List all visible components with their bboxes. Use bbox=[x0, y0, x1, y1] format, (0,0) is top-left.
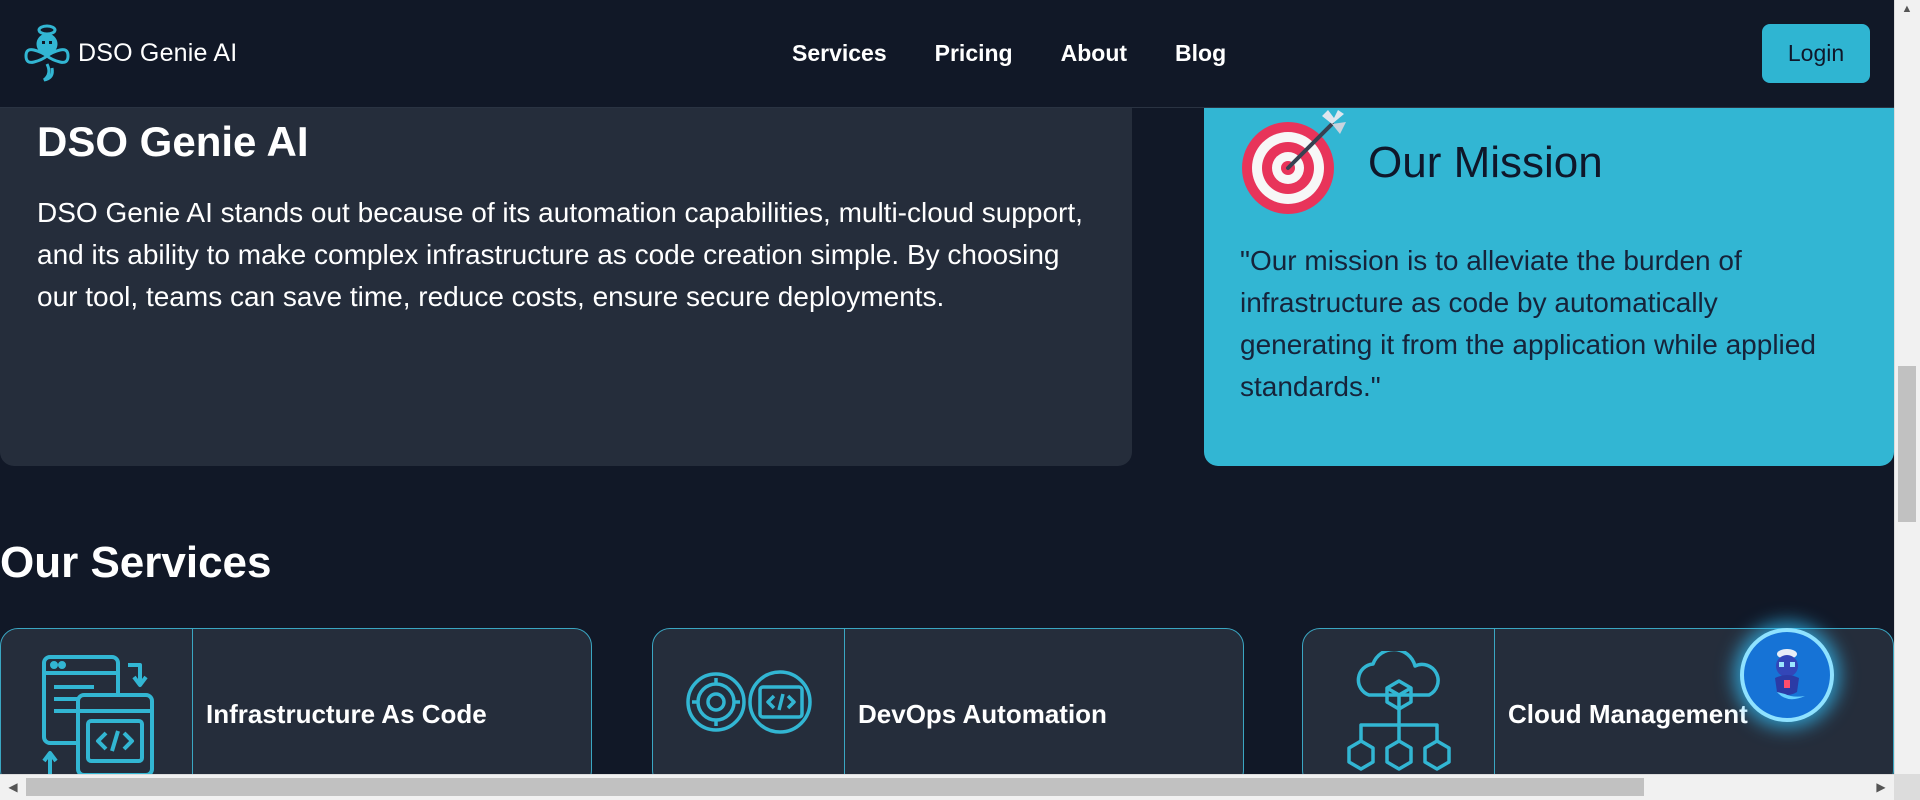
genie-logo-icon bbox=[24, 24, 70, 82]
scroll-left-arrow-icon[interactable]: ◀ bbox=[0, 774, 26, 800]
chat-assistant-button[interactable] bbox=[1740, 628, 1834, 722]
mission-description: "Our mission is to alleviate the burden … bbox=[1240, 245, 1816, 402]
nav-links: Services Pricing About Blog bbox=[792, 40, 1226, 67]
service-icon-box bbox=[1303, 629, 1495, 774]
about-description: DSO Genie AI stands out because of its a… bbox=[37, 197, 1083, 312]
nav-link-about[interactable]: About bbox=[1061, 40, 1127, 67]
login-button[interactable]: Login bbox=[1762, 24, 1870, 83]
service-name: DevOps Automation bbox=[858, 699, 1107, 729]
vertical-scrollbar-thumb[interactable] bbox=[1898, 366, 1916, 522]
cloud-network-icon bbox=[1346, 651, 1451, 771]
service-card-infrastructure[interactable]: Infrastructure As Code bbox=[0, 628, 592, 774]
nav-link-services[interactable]: Services bbox=[792, 40, 887, 67]
nav-link-blog[interactable]: Blog bbox=[1175, 40, 1226, 67]
page-viewport: DSO Genie AI DSO Genie AI stands out bec… bbox=[0, 0, 1894, 774]
scroll-right-arrow-icon[interactable]: ▶ bbox=[1868, 774, 1894, 800]
service-card-devops[interactable]: DevOps Automation bbox=[652, 628, 1244, 774]
service-icon-box bbox=[653, 629, 845, 774]
top-navbar: DSO Genie AI Services Pricing About Blog… bbox=[0, 0, 1894, 108]
mission-title: Our Mission bbox=[1368, 138, 1603, 187]
code-window-icon bbox=[41, 655, 154, 774]
scrollbar-corner bbox=[1894, 774, 1920, 800]
horizontal-scrollbar-thumb[interactable] bbox=[26, 778, 1644, 796]
service-name: Infrastructure As Code bbox=[206, 699, 487, 729]
brand-name: DSO Genie AI bbox=[78, 38, 238, 67]
about-title: DSO Genie AI bbox=[37, 118, 309, 165]
services-title: Our Services bbox=[0, 538, 272, 587]
service-icon-box bbox=[1, 629, 193, 774]
nav-link-pricing[interactable]: Pricing bbox=[935, 40, 1013, 67]
target-icon bbox=[1238, 108, 1348, 218]
brand-logo[interactable]: DSO Genie AI bbox=[22, 22, 237, 84]
gear-code-icon bbox=[685, 670, 812, 734]
service-name: Cloud Management bbox=[1508, 699, 1748, 729]
genie-bot-icon bbox=[1775, 649, 1805, 700]
scroll-up-arrow-icon[interactable]: ▲ bbox=[1894, 0, 1920, 18]
